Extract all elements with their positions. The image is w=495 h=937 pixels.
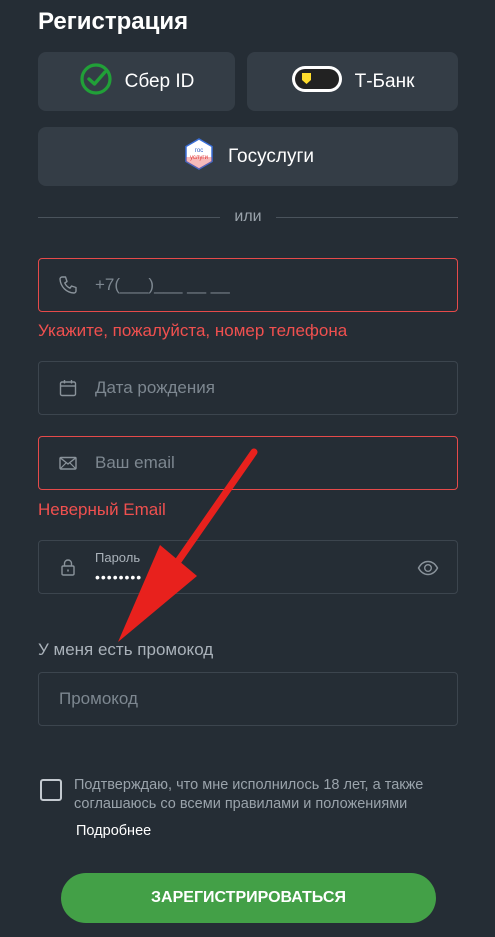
svg-text:гос: гос xyxy=(195,148,203,154)
agreement-text: Подтверждаю, что мне исполнилось 18 лет,… xyxy=(74,777,424,812)
sber-logo-icon xyxy=(79,62,113,102)
calendar-icon xyxy=(57,377,79,399)
promo-code-input[interactable] xyxy=(59,689,389,709)
tbank-button[interactable]: Т-Банк xyxy=(247,52,458,111)
phone-error-message: Укажите, пожалуйста, номер телефона xyxy=(38,321,348,340)
divider-line-left xyxy=(38,216,221,218)
divider-line-right xyxy=(275,216,458,218)
birthdate-field[interactable] xyxy=(38,361,458,415)
promo-code-toggle[interactable]: У меня есть промокод xyxy=(38,640,213,660)
email-field[interactable] xyxy=(38,436,458,490)
password-field[interactable]: Пароль •••••••• xyxy=(38,540,458,594)
register-button[interactable]: ЗАРЕГИСТРИРОВАТЬСЯ xyxy=(61,873,436,923)
promo-code-field[interactable] xyxy=(38,672,458,726)
password-content: Пароль •••••••• xyxy=(95,550,142,585)
gosuslugi-button[interactable]: гос услуги Госуслуги xyxy=(38,127,458,186)
sber-id-label: Сбер ID xyxy=(124,70,195,92)
email-error-message: Неверный Email xyxy=(38,500,166,519)
more-details-link[interactable]: Подробнее xyxy=(76,823,151,839)
svg-text:услуги: услуги xyxy=(190,155,208,161)
phone-field[interactable] xyxy=(38,258,458,312)
page-title: Регистрация xyxy=(38,8,189,35)
lock-icon xyxy=(57,556,79,578)
phone-icon xyxy=(57,274,79,296)
sber-id-button[interactable]: Сбер ID xyxy=(38,52,235,111)
phone-input[interactable] xyxy=(95,275,425,295)
gosuslugi-label: Госуслуги xyxy=(227,145,314,167)
or-divider: или xyxy=(38,206,458,228)
tbank-label: Т-Банк xyxy=(354,70,415,92)
mail-icon xyxy=(57,452,79,474)
eye-icon[interactable] xyxy=(417,557,439,584)
divider-text: или xyxy=(234,208,262,225)
password-label: Пароль xyxy=(95,549,141,565)
password-input[interactable]: •••••••• xyxy=(95,569,142,585)
agreement-checkbox[interactable] xyxy=(40,779,62,801)
gosuslugi-logo-icon: гос услуги xyxy=(182,137,216,177)
email-input[interactable] xyxy=(95,453,425,473)
birthdate-input[interactable] xyxy=(95,378,425,398)
tbank-logo-icon xyxy=(291,65,343,99)
